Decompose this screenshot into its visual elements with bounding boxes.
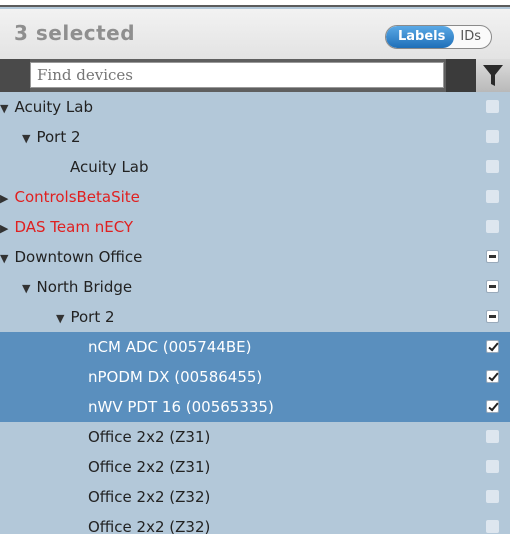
tree-node-label: nCM ADC (005744BE) — [88, 338, 252, 356]
tree-node[interactable]: ▶ DAS Team nECY — [0, 212, 133, 244]
top-border — [0, 0, 510, 7]
tree-checkbox[interactable] — [486, 160, 499, 173]
expanded-arrow-icon[interactable]: ▼ — [0, 102, 8, 115]
tree-node[interactable]: ▼ North Bridge — [22, 272, 132, 304]
device-tree-panel: 3 selected Labels IDs ▼ Acuity Lab ▼ Port 2… — [0, 0, 510, 534]
search-bar-spacer — [446, 59, 476, 92]
tree-node-label: Port 2 — [36, 128, 81, 146]
ids-toggle-button[interactable]: IDs — [454, 26, 491, 48]
filter-button[interactable] — [476, 59, 510, 92]
tree-node[interactable]: ▼ Port 2 — [22, 122, 81, 154]
tree-node[interactable]: Office 2x2 (Z32) — [88, 482, 210, 512]
tree-node[interactable]: ▼ Downtown Office — [0, 242, 142, 274]
tree-checkbox[interactable] — [486, 190, 499, 203]
tree-node[interactable]: ▶ ControlsBetaSite — [0, 182, 140, 214]
labels-toggle-button[interactable]: Labels — [386, 26, 455, 48]
tree-checkbox[interactable] — [486, 520, 499, 533]
filter-icon — [483, 65, 503, 86]
tree-row[interactable]: ▼ North Bridge — [0, 272, 510, 302]
tree-node-label: North Bridge — [36, 278, 133, 296]
tree-row[interactable]: ▼ Port 2 — [0, 302, 510, 332]
tree-node[interactable]: Office 2x2 (Z31) — [88, 422, 210, 452]
tree-node[interactable]: ▼ Port 2 — [56, 302, 115, 334]
search-bar — [0, 59, 510, 92]
panel-header: 3 selected Labels IDs — [0, 9, 510, 59]
tree-node-label: DAS Team nECY — [14, 218, 134, 236]
tree-checkbox[interactable] — [486, 400, 499, 413]
tree-row[interactable]: ▶ ControlsBetaSite — [0, 182, 510, 212]
tree-node-label: ControlsBetaSite — [14, 188, 140, 206]
tree-row[interactable]: Acuity Lab — [0, 152, 510, 182]
tree-node-label: nPODM DX (00586455) — [88, 368, 263, 386]
tree-checkbox[interactable] — [486, 280, 499, 293]
tree-checkbox[interactable] — [486, 340, 499, 353]
tree-row[interactable]: ▼ Acuity Lab — [0, 92, 510, 122]
tree-node[interactable]: Acuity Lab — [70, 152, 149, 182]
tree-row[interactable]: nPODM DX (00586455) — [0, 362, 510, 392]
tree-node-label: Port 2 — [70, 308, 115, 326]
tree-node[interactable]: nCM ADC (005744BE) — [88, 332, 251, 362]
tree-checkbox[interactable] — [486, 250, 499, 263]
tree-node-label: Office 2x2 (Z32) — [88, 518, 211, 534]
expanded-arrow-icon[interactable]: ▼ — [56, 312, 64, 325]
expanded-arrow-icon[interactable]: ▼ — [22, 132, 30, 145]
tree-row[interactable]: ▶ DAS Team nECY — [0, 212, 510, 242]
tree-row[interactable]: Office 2x2 (Z31) — [0, 422, 510, 452]
tree-checkbox[interactable] — [486, 490, 499, 503]
selected-count: 3 selected — [14, 21, 136, 45]
find-devices-input[interactable] — [30, 62, 444, 88]
tree-checkbox[interactable] — [486, 220, 499, 233]
tree-row[interactable]: Office 2x2 (Z31) — [0, 452, 510, 482]
tree-checkbox[interactable] — [486, 130, 499, 143]
tree-node[interactable]: nWV PDT 16 (00565335) — [88, 392, 274, 422]
tree-node-label: Office 2x2 (Z32) — [88, 488, 211, 506]
expanded-arrow-icon[interactable]: ▼ — [22, 282, 30, 295]
tree-node-label: Office 2x2 (Z31) — [88, 458, 211, 476]
device-tree: ▼ Acuity Lab ▼ Port 2 Acuity Lab ▶ ControlsBet… — [0, 92, 510, 534]
tree-node[interactable]: Office 2x2 (Z31) — [88, 452, 210, 482]
tree-row[interactable]: ▼ Port 2 — [0, 122, 510, 152]
label-mode-toggle[interactable]: Labels IDs — [385, 25, 492, 49]
collapsed-arrow-icon[interactable]: ▶ — [0, 192, 8, 205]
expanded-arrow-icon[interactable]: ▼ — [0, 252, 8, 265]
tree-checkbox[interactable] — [486, 460, 499, 473]
tree-node-label: Office 2x2 (Z31) — [88, 428, 211, 446]
tree-row[interactable]: Office 2x2 (Z32) — [0, 482, 510, 512]
search-bar-left-cap — [0, 59, 30, 92]
tree-row[interactable]: nWV PDT 16 (00565335) — [0, 392, 510, 422]
collapsed-arrow-icon[interactable]: ▶ — [0, 222, 8, 235]
tree-node-label: Acuity Lab — [14, 98, 93, 116]
tree-row[interactable]: nCM ADC (005744BE) — [0, 332, 510, 362]
tree-row[interactable]: ▼ Downtown Office — [0, 242, 510, 272]
tree-checkbox[interactable] — [486, 370, 499, 383]
tree-node[interactable]: Office 2x2 (Z32) — [88, 512, 210, 534]
tree-checkbox[interactable] — [486, 430, 499, 443]
tree-row[interactable]: Office 2x2 (Z32) — [0, 512, 510, 534]
tree-node-label: nWV PDT 16 (00565335) — [88, 398, 274, 416]
tree-node-label: Acuity Lab — [70, 158, 149, 176]
tree-node-label: Downtown Office — [14, 248, 143, 266]
tree-checkbox[interactable] — [486, 310, 499, 323]
tree-checkbox[interactable] — [486, 100, 499, 113]
tree-node[interactable]: nPODM DX (00586455) — [88, 362, 262, 392]
tree-node[interactable]: ▼ Acuity Lab — [0, 92, 93, 124]
